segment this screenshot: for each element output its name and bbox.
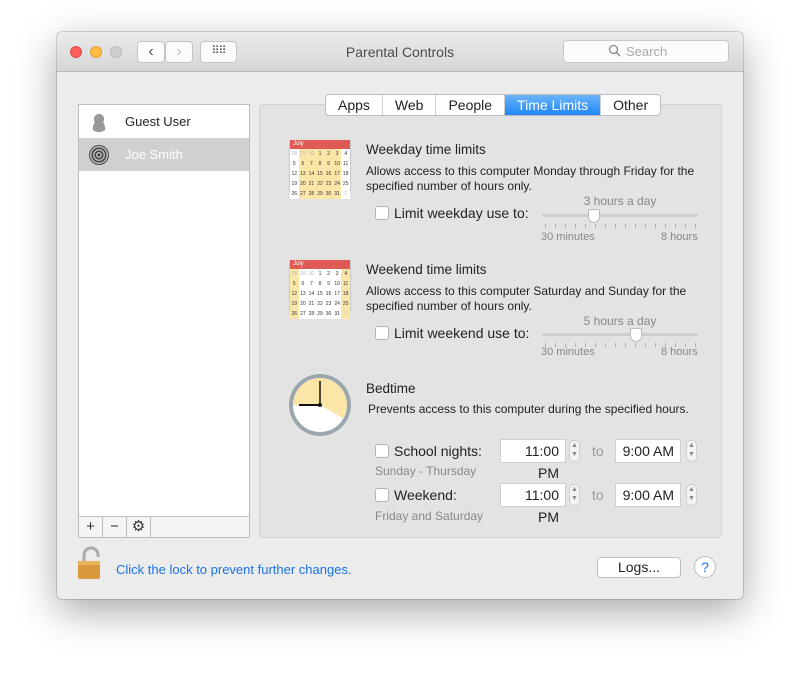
user-avatar	[89, 144, 109, 165]
weekday-min-label: 30 minutes	[541, 231, 595, 243]
weekday-max-label: 8 hours	[661, 231, 698, 243]
school-nights-days: Sunday - Thursday	[375, 464, 477, 478]
weekend-limit-label: Limit weekend use to:	[394, 325, 530, 341]
weekend-title: Weekend time limits	[366, 262, 487, 277]
tab-people[interactable]: People	[436, 95, 506, 115]
weekend-end-time[interactable]: 9:00 AM	[615, 483, 681, 507]
school-nights-end-stepper[interactable]: ▲ ▼	[686, 440, 697, 462]
user-list-toolbar: + − ⚙	[78, 516, 250, 538]
weekday-slider-ticks	[545, 224, 696, 228]
school-nights-start-stepper[interactable]: ▲ ▼	[569, 440, 580, 462]
weekend-limit-checkbox[interactable]	[375, 326, 389, 340]
weekday-title: Weekday time limits	[366, 142, 486, 157]
bedtime-title: Bedtime	[366, 381, 416, 396]
weekday-value-label: 3 hours a day	[583, 194, 657, 208]
tab-other[interactable]: Other	[601, 95, 660, 115]
lock-icon[interactable]	[75, 546, 107, 580]
tab-web[interactable]: Web	[383, 95, 437, 115]
bedtime-description: Prevents access to this computer during …	[368, 402, 689, 416]
tab-time-limits[interactable]: Time Limits	[505, 95, 602, 115]
school-nights-end-time[interactable]: 9:00 AM	[615, 439, 681, 463]
search-placeholder: Search	[626, 44, 668, 59]
gear-icon[interactable]: ⚙	[127, 517, 151, 537]
weekend-value-label: 5 hours a day	[583, 314, 657, 328]
help-button[interactable]: ?	[694, 556, 716, 578]
to-label: to	[592, 487, 604, 503]
weekend-start-time[interactable]: 11:00 PM	[500, 483, 566, 525]
weekday-limit-label: Limit weekday use to:	[394, 205, 529, 221]
user-item-guest[interactable]: Guest User	[79, 105, 249, 138]
weekend-calendar-icon: July 28 29 30 1 2 3 4 5 6 7 8 9 10 11 12 13 14 15 16 17 18 19 2…	[290, 260, 350, 319]
weekend-bedtime-days: Friday and Saturday	[375, 509, 484, 523]
lock-message-link[interactable]: Click the lock to prevent further change…	[116, 562, 352, 577]
weekend-description: Allows access to this computer Saturday …	[366, 284, 687, 313]
weekday-limit-checkbox[interactable]	[375, 206, 389, 220]
user-list: Guest User Joe Smith	[78, 104, 250, 538]
weekday-calendar-icon: July 28 29 30 1 2 3 4 5 6 7 8 9 10 11 12 13 14 15 16 17 18 19 2…	[290, 140, 350, 199]
weekend-max-label: 8 hours	[661, 346, 698, 358]
weekday-slider-thumb[interactable]	[588, 209, 600, 223]
search-icon	[608, 44, 621, 57]
add-user-button[interactable]: +	[79, 517, 103, 537]
weekday-slider[interactable]	[542, 214, 698, 217]
tab-apps[interactable]: Apps	[326, 95, 383, 115]
user-item-joe-smith[interactable]: Joe Smith	[79, 138, 249, 171]
guest-avatar	[89, 111, 109, 132]
to-label: to	[592, 443, 604, 459]
weekend-min-label: 30 minutes	[541, 346, 595, 358]
school-nights-checkbox[interactable]	[375, 444, 389, 458]
weekend-start-stepper[interactable]: ▲ ▼	[569, 484, 580, 506]
weekend-end-stepper[interactable]: ▲ ▼	[686, 484, 697, 506]
clock-icon	[289, 374, 351, 436]
weekend-bedtime-label: Weekend:	[394, 487, 457, 503]
remove-user-button[interactable]: −	[103, 517, 127, 537]
parental-controls-window: ‹ › ⠿⠿ Parental Controls Search Guest Us…	[57, 32, 743, 599]
user-name: Joe Smith	[125, 147, 183, 162]
user-name: Guest User	[125, 114, 191, 129]
tab-bar: Apps Web People Time Limits Other	[325, 94, 662, 116]
weekday-description: Allows access to this computer Monday th…	[366, 164, 695, 193]
weekend-bedtime-checkbox[interactable]	[375, 488, 389, 502]
weekend-slider-thumb[interactable]	[629, 328, 642, 342]
school-nights-label: School nights:	[394, 443, 482, 459]
logs-button[interactable]: Logs...	[597, 557, 681, 578]
weekend-slider[interactable]	[542, 333, 698, 336]
school-nights-start-time[interactable]: 11:00 PM	[500, 439, 566, 481]
title-bar: ‹ › ⠿⠿ Parental Controls Search	[57, 32, 743, 72]
search-input[interactable]: Search	[563, 40, 729, 63]
